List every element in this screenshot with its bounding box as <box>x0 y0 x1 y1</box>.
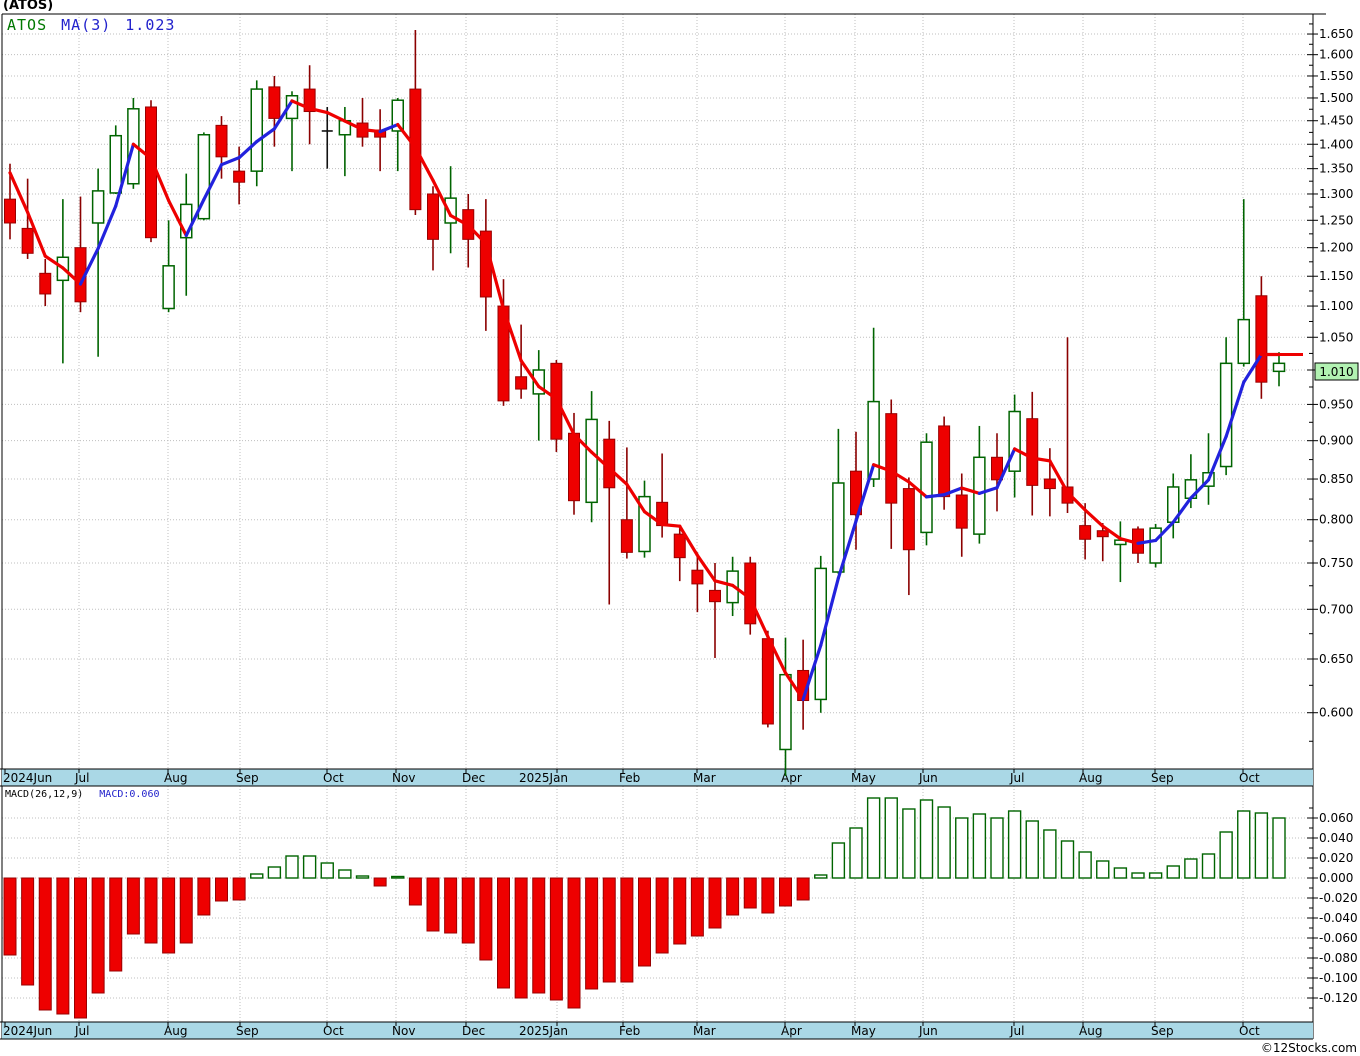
svg-text:0.950: 0.950 <box>1319 397 1353 411</box>
svg-text:Mar: Mar <box>693 771 716 785</box>
svg-text:Mar: Mar <box>693 1024 716 1038</box>
svg-text:2025Jan: 2025Jan <box>519 1024 568 1038</box>
svg-text:Aug: Aug <box>1079 771 1102 785</box>
svg-text:0.040: 0.040 <box>1319 831 1353 845</box>
svg-text:-0.020: -0.020 <box>1319 891 1358 905</box>
svg-text:0.750: 0.750 <box>1319 556 1353 570</box>
svg-text:1.100: 1.100 <box>1319 299 1353 313</box>
svg-text:1.150: 1.150 <box>1319 269 1353 283</box>
watermark-credit: ©12Stocks.com <box>1260 1041 1357 1055</box>
svg-text:Feb: Feb <box>619 771 640 785</box>
macd-params-label: MACD(26,12,9) <box>5 789 84 800</box>
svg-text:Sep: Sep <box>236 1024 259 1038</box>
svg-text:0.060: 0.060 <box>1319 811 1353 825</box>
svg-text:1.300: 1.300 <box>1319 187 1353 201</box>
stock-chart-page: 1.650 1.600 1.550 1.500 1.450 1.400 1.350 1.300… <box>0 0 1360 1056</box>
page-title: (ATOS) <box>3 0 54 13</box>
svg-text:1.650: 1.650 <box>1319 27 1353 41</box>
svg-text:Aug: Aug <box>164 771 187 785</box>
svg-text:Oct: Oct <box>323 771 344 785</box>
svg-text:Nov: Nov <box>392 771 415 785</box>
svg-text:-0.060: -0.060 <box>1319 931 1358 945</box>
svg-text:-0.120: -0.120 <box>1319 991 1358 1005</box>
overlays: 1.010 <box>1314 362 1359 381</box>
svg-text:Dec: Dec <box>462 771 485 785</box>
svg-text:0.650: 0.650 <box>1319 652 1353 666</box>
svg-text:Jun: Jun <box>918 1024 938 1038</box>
svg-text:2024Jun: 2024Jun <box>3 771 52 785</box>
svg-text:-0.080: -0.080 <box>1319 951 1358 965</box>
macd-legend: MACD(26,12,9) MACD:0.060 <box>5 789 160 800</box>
svg-text:1.010: 1.010 <box>1319 365 1353 379</box>
svg-text:0.020: 0.020 <box>1319 851 1353 865</box>
svg-text:Sep: Sep <box>1151 771 1174 785</box>
ma-label: MA(3) <box>61 16 112 34</box>
svg-text:-0.100: -0.100 <box>1319 971 1358 985</box>
svg-text:-0.040: -0.040 <box>1319 911 1358 925</box>
svg-text:1.600: 1.600 <box>1319 48 1353 62</box>
svg-text:1.050: 1.050 <box>1319 330 1353 344</box>
svg-text:1.250: 1.250 <box>1319 213 1353 227</box>
svg-text:1.450: 1.450 <box>1319 114 1353 128</box>
svg-text:May: May <box>851 1024 876 1038</box>
svg-text:1.350: 1.350 <box>1319 162 1353 176</box>
svg-text:Apr: Apr <box>781 1024 802 1038</box>
svg-text:Aug: Aug <box>1079 1024 1102 1038</box>
svg-text:Apr: Apr <box>781 771 802 785</box>
svg-text:Jul: Jul <box>1009 771 1024 785</box>
svg-text:1.550: 1.550 <box>1319 69 1353 83</box>
svg-text:Jun: Jun <box>918 771 938 785</box>
svg-text:Jul: Jul <box>74 1024 89 1038</box>
svg-text:0.850: 0.850 <box>1319 472 1353 486</box>
symbol-label: ATOS <box>7 16 48 34</box>
price-macd-chart: 1.650 1.600 1.550 1.500 1.450 1.400 1.350 1.300… <box>0 13 1359 1040</box>
svg-text:Feb: Feb <box>619 1024 640 1038</box>
svg-text:Nov: Nov <box>392 1024 415 1038</box>
svg-text:Dec: Dec <box>462 1024 485 1038</box>
svg-text:Oct: Oct <box>1239 771 1260 785</box>
svg-text:Sep: Sep <box>236 771 259 785</box>
svg-text:Aug: Aug <box>164 1024 187 1038</box>
svg-text:Sep: Sep <box>1151 1024 1174 1038</box>
svg-text:0.000: 0.000 <box>1319 871 1353 885</box>
ma-value: 1.023 <box>125 16 176 34</box>
macd-histogram <box>3 797 1286 1019</box>
svg-text:0.900: 0.900 <box>1319 434 1353 448</box>
svg-text:May: May <box>851 771 876 785</box>
svg-text:2024Jun: 2024Jun <box>3 1024 52 1038</box>
svg-text:Jul: Jul <box>1009 1024 1024 1038</box>
svg-text:1.500: 1.500 <box>1319 91 1353 105</box>
svg-text:2025Jan: 2025Jan <box>519 771 568 785</box>
svg-text:Oct: Oct <box>323 1024 344 1038</box>
svg-text:1.400: 1.400 <box>1319 137 1353 151</box>
svg-text:0.700: 0.700 <box>1319 602 1353 616</box>
svg-text:Jul: Jul <box>74 771 89 785</box>
svg-text:1.200: 1.200 <box>1319 241 1353 255</box>
candles <box>4 29 1286 776</box>
svg-text:0.600: 0.600 <box>1319 706 1353 720</box>
macd-value-label: MACD:0.060 <box>99 789 160 800</box>
svg-text:Oct: Oct <box>1239 1024 1260 1038</box>
svg-text:0.800: 0.800 <box>1319 513 1353 527</box>
price-legend: ATOS MA(3) 1.023 <box>7 16 175 34</box>
